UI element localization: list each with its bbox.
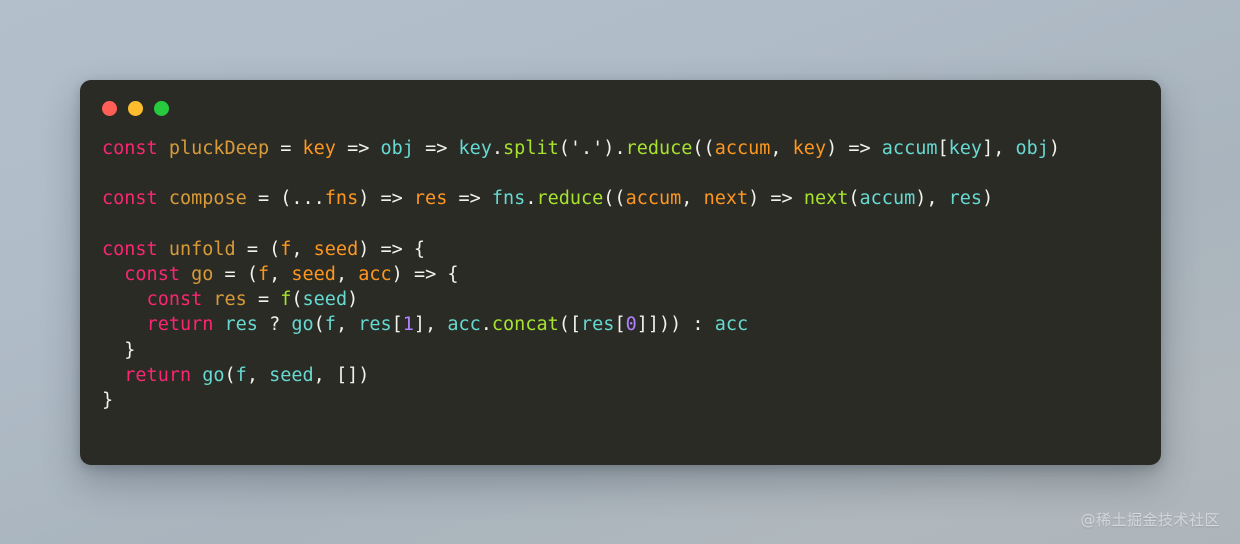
code-line: } [102,390,114,412]
code-line: return res ? go(f, res[1], acc.concat([r… [146,314,749,336]
code-block[interactable]: const pluckDeep = key => obj => key.spli… [102,136,1139,413]
code-line: const unfold = (f, seed) => { [102,238,426,260]
code-window: const pluckDeep = key => obj => key.spli… [80,80,1161,465]
code-line: const compose = (...fns) => res => fns.r… [102,188,994,210]
code-line: const pluckDeep = key => obj => key.spli… [102,138,1061,159]
close-button[interactable] [102,101,117,116]
maximize-button[interactable] [154,101,169,116]
code-line: return go(f, seed, []) [124,364,370,386]
code-area: const pluckDeep = key => obj => key.spli… [80,136,1161,413]
minimize-button[interactable] [128,101,143,116]
screenshot-stage: const pluckDeep = key => obj => key.spli… [0,0,1240,544]
code-line: const go = (f, seed, acc) => { [124,264,459,286]
window-title-bar [102,101,169,116]
code-line: } [124,339,136,361]
watermark: @稀土掘金技术社区 [1080,511,1220,529]
code-line: const res = f(seed) [146,289,359,311]
